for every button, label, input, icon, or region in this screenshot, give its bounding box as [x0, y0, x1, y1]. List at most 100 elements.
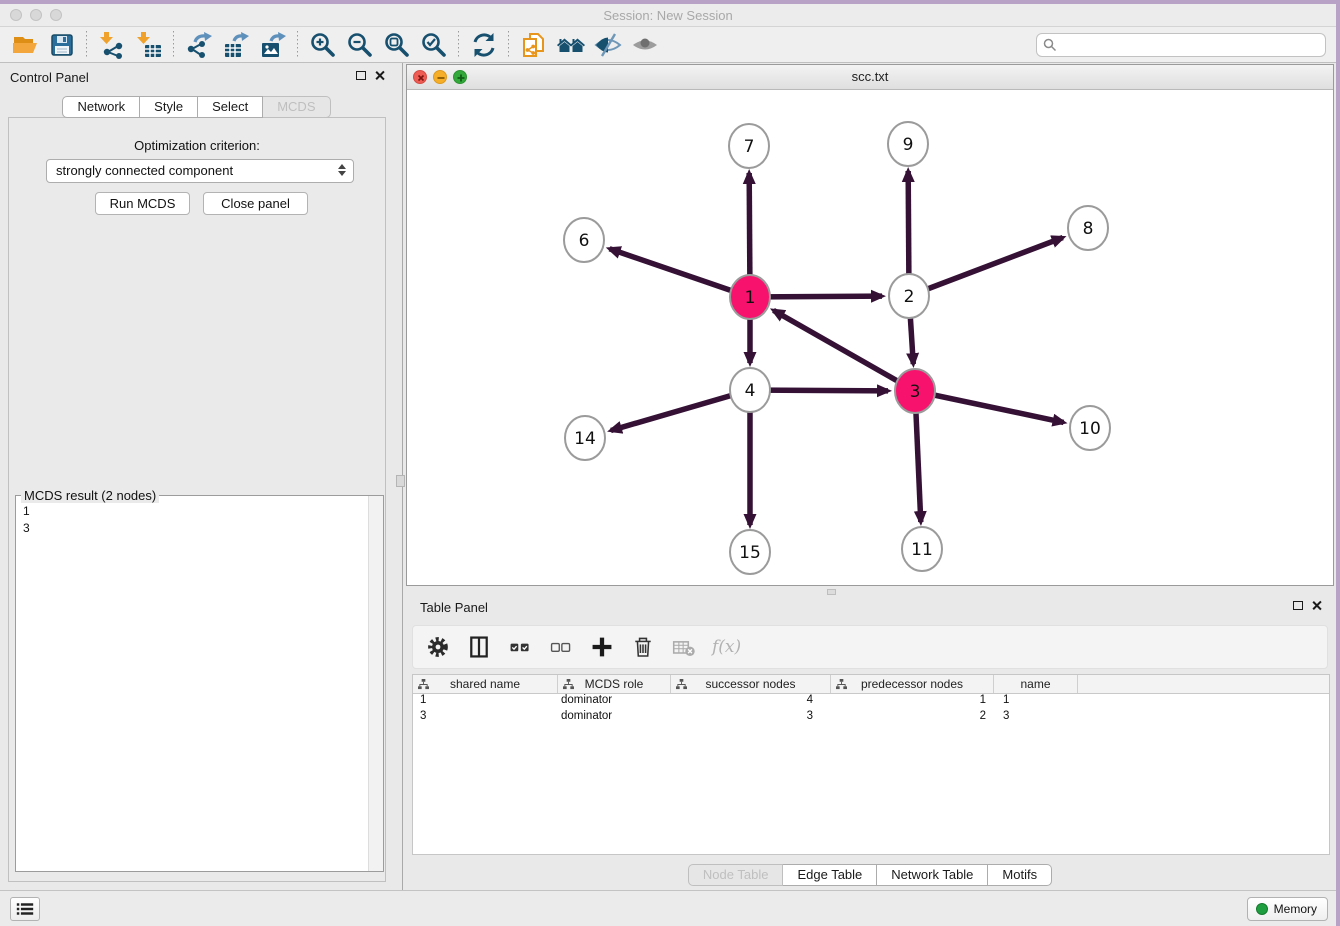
- close-panel-icon[interactable]: [374, 70, 385, 81]
- delete-column-button[interactable]: [630, 634, 656, 660]
- mcds-result-text[interactable]: 1 3: [16, 499, 368, 871]
- zoom-selected-icon: [420, 31, 448, 59]
- unchecked-boxes-icon: [549, 635, 573, 659]
- show-columns-button[interactable]: [466, 634, 492, 660]
- export-table-button[interactable]: [217, 29, 254, 61]
- eye-icon: [631, 31, 659, 59]
- tab-mcds[interactable]: MCDS: [263, 96, 330, 118]
- toolbar-separator: [458, 31, 459, 59]
- node-3[interactable]: 3: [895, 369, 935, 413]
- tab-select[interactable]: Select: [198, 96, 263, 118]
- node-14[interactable]: 14: [565, 416, 605, 460]
- memory-button[interactable]: Memory: [1247, 897, 1328, 921]
- float-panel-icon[interactable]: [1293, 601, 1303, 610]
- column-header-shared-name[interactable]: shared name: [413, 675, 558, 693]
- splitter-grip[interactable]: [396, 475, 405, 487]
- node-2[interactable]: 2: [889, 274, 929, 318]
- float-panel-icon[interactable]: [356, 71, 366, 80]
- close-panel-button[interactable]: Close panel: [203, 192, 308, 215]
- delete-table-button[interactable]: [671, 634, 697, 660]
- control-panel-tabs: Network Style Select MCDS: [0, 96, 393, 118]
- zoom-in-button[interactable]: [304, 29, 341, 61]
- fx-icon: f(x): [712, 637, 741, 657]
- column-header-predecessor-nodes[interactable]: predecessor nodes: [831, 675, 994, 693]
- hide-selected-button[interactable]: [589, 29, 626, 61]
- application-window: Session: New Session: [0, 4, 1336, 926]
- table-settings-button[interactable]: [425, 634, 451, 660]
- column-header-mcds-role[interactable]: MCDS role: [558, 675, 671, 693]
- tab-node-table[interactable]: Node Table: [688, 864, 784, 886]
- export-network-button[interactable]: [180, 29, 217, 61]
- node-6[interactable]: 6: [564, 218, 604, 262]
- node-10[interactable]: 10: [1070, 406, 1110, 450]
- save-session-button[interactable]: [43, 29, 80, 61]
- edge-3-1[interactable]: [773, 310, 915, 391]
- svg-text:15: 15: [739, 543, 761, 563]
- node-9[interactable]: 9: [888, 122, 928, 166]
- clone-network-button[interactable]: [515, 29, 552, 61]
- optimization-criterion-label: Optimization criterion:: [9, 138, 385, 153]
- control-panel-title: Control Panel: [10, 70, 89, 85]
- close-panel-icon[interactable]: [1311, 600, 1322, 611]
- tab-motifs[interactable]: Motifs: [988, 864, 1052, 886]
- houses-icon: [556, 31, 586, 59]
- zoom-in-icon: [309, 31, 337, 59]
- edge-3-10[interactable]: [915, 391, 1064, 422]
- network-frame-titlebar[interactable]: scc.txt: [407, 65, 1333, 90]
- vertical-splitter[interactable]: [393, 63, 406, 890]
- svg-text:10: 10: [1079, 419, 1101, 439]
- node-1[interactable]: 1: [730, 275, 770, 319]
- svg-text:2: 2: [904, 287, 915, 307]
- criterion-dropdown[interactable]: strongly connected component: [46, 159, 354, 183]
- node-4[interactable]: 4: [730, 368, 770, 412]
- export-table-icon: [222, 31, 250, 59]
- create-column-button[interactable]: [589, 634, 615, 660]
- svg-text:11: 11: [911, 540, 933, 560]
- columns-icon: [467, 635, 491, 659]
- unselect-all-button[interactable]: [548, 634, 574, 660]
- column-header-name[interactable]: name: [994, 675, 1078, 693]
- edge-4-14[interactable]: [611, 390, 750, 430]
- mcds-result-box: MCDS result (2 nodes) 1 3: [15, 495, 384, 872]
- node-8[interactable]: 8: [1068, 206, 1108, 250]
- control-panel-header: Control Panel: [0, 63, 393, 91]
- column-header-successor-nodes[interactable]: successor nodes: [671, 675, 831, 693]
- import-table-button[interactable]: [130, 29, 167, 61]
- zoom-out-button[interactable]: [341, 29, 378, 61]
- node-15[interactable]: 15: [730, 530, 770, 574]
- tab-network-table[interactable]: Network Table: [877, 864, 988, 886]
- show-all-button[interactable]: [626, 29, 663, 61]
- plus-icon: [590, 635, 614, 659]
- node-7[interactable]: 7: [729, 124, 769, 168]
- svg-text:4: 4: [745, 381, 756, 401]
- table-row[interactable]: 3 dominator 3 2 3: [413, 710, 1329, 726]
- task-history-button[interactable]: [10, 897, 40, 921]
- network-canvas[interactable]: 7 9 6 8 1 2 4 3 14 10 15 11: [407, 90, 1333, 585]
- tab-style[interactable]: Style: [140, 96, 198, 118]
- titlebar: Session: New Session: [0, 4, 1336, 27]
- svg-text:8: 8: [1083, 219, 1094, 239]
- tab-network[interactable]: Network: [62, 96, 140, 118]
- select-all-button[interactable]: [507, 634, 533, 660]
- run-mcds-button[interactable]: Run MCDS: [95, 192, 190, 215]
- table-row[interactable]: 1 dominator 4 1 1: [413, 694, 1329, 710]
- import-network-button[interactable]: [93, 29, 130, 61]
- edge-1-6[interactable]: [610, 249, 750, 297]
- memory-status-icon: [1256, 903, 1268, 915]
- control-panel: Control Panel Network Style Select MCDS …: [0, 63, 393, 890]
- first-neighbors-button[interactable]: [552, 29, 589, 61]
- export-image-button[interactable]: [254, 29, 291, 61]
- horizontal-splitter-grip[interactable]: [827, 589, 836, 595]
- search-input[interactable]: [1036, 33, 1326, 57]
- node-11[interactable]: 11: [902, 527, 942, 571]
- refresh-button[interactable]: [465, 29, 502, 61]
- result-scrollbar[interactable]: [368, 496, 383, 871]
- zoom-fit-button[interactable]: [378, 29, 415, 61]
- edge-2-8[interactable]: [909, 238, 1063, 296]
- zoom-selected-button[interactable]: [415, 29, 452, 61]
- open-session-button[interactable]: [6, 29, 43, 61]
- tab-edge-table[interactable]: Edge Table: [783, 864, 877, 886]
- tree-icon: [676, 679, 687, 690]
- function-builder-button[interactable]: f(x): [712, 634, 741, 660]
- dropdown-stepper-icon: [338, 164, 346, 176]
